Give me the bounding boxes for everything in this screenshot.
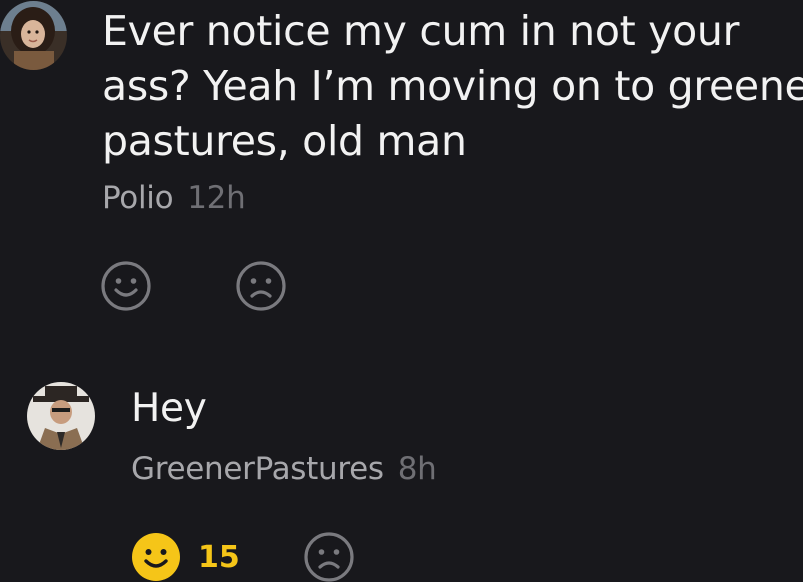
comment-line: Ever notice my cum in not your xyxy=(102,7,740,55)
comment-meta: Polio 12h xyxy=(102,180,246,216)
comment-meta: GreenerPastures 8h xyxy=(131,451,437,487)
user-avatar-icon xyxy=(27,382,95,450)
comment-body: Ever notice my cum in not your ass? Yeah… xyxy=(102,4,803,169)
dislike-button[interactable] xyxy=(303,531,355,582)
smiley-face-icon xyxy=(132,533,180,581)
like-button-active[interactable] xyxy=(130,531,182,582)
comment-line: ass? Yeah I’m moving on to greener xyxy=(102,62,803,110)
frown-face-icon xyxy=(236,261,286,311)
like-count: 15 xyxy=(198,540,240,575)
comment-body: Hey xyxy=(131,386,207,431)
polio-avatar[interactable] xyxy=(0,1,67,70)
comment-line: pastures, old man xyxy=(102,117,467,165)
user-avatar-icon xyxy=(0,1,67,70)
greenerpastures-avatar[interactable] xyxy=(27,382,95,450)
dislike-button[interactable] xyxy=(235,260,287,312)
author-name[interactable]: Polio xyxy=(102,180,174,216)
like-button[interactable] xyxy=(100,260,152,312)
timestamp: 8h xyxy=(397,451,437,487)
timestamp: 12h xyxy=(187,180,246,216)
frown-face-icon xyxy=(304,532,354,582)
smiley-face-icon xyxy=(101,261,151,311)
author-name[interactable]: GreenerPastures xyxy=(131,451,384,487)
comment-thread: Ever notice my cum in not your ass? Yeah… xyxy=(0,0,803,582)
